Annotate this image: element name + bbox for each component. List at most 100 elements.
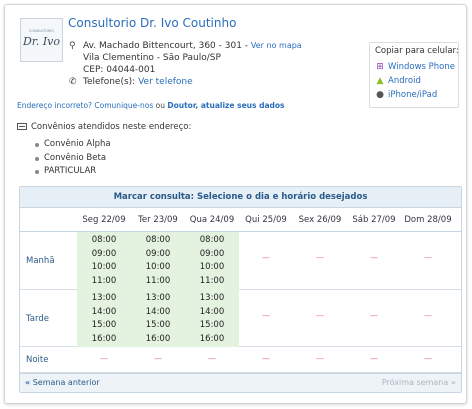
time-slot-button[interactable]: 13:00 xyxy=(185,292,239,306)
copy-windows-phone[interactable]: ⊞ Windows Phone xyxy=(375,60,455,74)
unavailable-day-column: — xyxy=(239,290,293,347)
no-slots-marker: — xyxy=(370,253,378,262)
time-slot-button[interactable]: 13:00 xyxy=(131,292,185,306)
unavailable-day-column: — xyxy=(347,347,401,373)
copy-android[interactable]: ▲ Android xyxy=(375,74,453,88)
schedule-footer: « Semana anterior Próxima semana » xyxy=(20,373,461,392)
day-header: Sáb 27/09 xyxy=(352,215,396,225)
unavailable-day-column: — xyxy=(293,232,347,290)
time-slot-button[interactable]: 10:00 xyxy=(185,261,239,275)
time-slot-button[interactable]: 16:00 xyxy=(131,333,185,347)
copy-option-label: iPhone/iPad xyxy=(388,90,438,100)
time-slot-button[interactable]: 09:00 xyxy=(185,248,239,262)
copy-iphone[interactable]: ● iPhone/iPad xyxy=(375,88,453,102)
period-label: Noite xyxy=(26,355,49,365)
time-slot-button[interactable]: 14:00 xyxy=(185,306,239,320)
time-slot-button[interactable]: 16:00 xyxy=(185,333,239,347)
apple-icon: ● xyxy=(376,90,384,100)
previous-week-button[interactable]: « Semana anterior xyxy=(25,378,100,387)
available-day-column: 13:00 14:00 15:00 16:00 xyxy=(77,290,131,347)
time-slot-button[interactable]: 15:00 xyxy=(131,319,185,333)
schedule-title: Marcar consulta: Selecione o dia e horár… xyxy=(20,187,461,208)
time-slot-button[interactable]: 08:00 xyxy=(131,234,185,248)
unavailable-day-column: — xyxy=(401,347,455,373)
unavailable-day-column: — xyxy=(347,290,401,347)
time-slot-button[interactable]: 09:00 xyxy=(77,248,131,262)
time-slot-button[interactable]: 11:00 xyxy=(77,275,131,289)
report-line: Endereço incorreto? Comunique-nos ou Dou… xyxy=(17,101,285,110)
convenio-item: Convênio Alpha xyxy=(35,138,111,152)
no-slots-marker: — xyxy=(262,311,270,320)
no-slots-marker: — xyxy=(370,311,378,320)
no-slots-marker: — xyxy=(262,354,270,363)
clinic-logo: CONSULTORIO Dr. Ivo xyxy=(20,18,63,62)
time-slot-button[interactable]: 08:00 xyxy=(185,234,239,248)
report-incorrect-link[interactable]: Endereço incorreto? Comunique-nos xyxy=(17,101,153,110)
address-block: ⚲ Av. Machado Bittencourt, 360 - 301 - V… xyxy=(69,40,302,88)
no-slots-marker: — xyxy=(424,354,432,363)
schedule-panel: Marcar consulta: Selecione o dia e horár… xyxy=(19,186,462,393)
available-day-column: 08:00 09:00 10:00 11:00 xyxy=(77,232,131,290)
day-header: Qua 24/09 xyxy=(189,215,235,225)
copy-header: Copiar para celular: xyxy=(375,46,459,56)
double-chevron-left-icon: « xyxy=(25,378,31,387)
map-pin-icon: ⚲ xyxy=(69,41,76,51)
address-street: Av. Machado Bittencourt, 360 - 301 - xyxy=(83,41,249,51)
time-slot-button[interactable]: 09:00 xyxy=(131,248,185,262)
next-week-label: Próxima semana xyxy=(381,378,449,387)
time-slot-button[interactable]: 08:00 xyxy=(77,234,131,248)
convenios-title: Convênios atendidos neste endereço: xyxy=(17,122,191,132)
time-slot-button[interactable]: 14:00 xyxy=(77,306,131,320)
card-icon xyxy=(17,123,27,130)
address-cep: CEP: 04044-001 xyxy=(83,65,156,75)
phone-label: Telefone(s): xyxy=(83,77,136,87)
no-slots-marker: — xyxy=(262,253,270,262)
android-icon: ▲ xyxy=(376,76,384,86)
no-slots-marker: — xyxy=(154,354,162,363)
address-city-row: Vila Clementino - São Paulo/SP xyxy=(69,52,302,64)
period-row: Noite — — — — — — — xyxy=(20,347,461,373)
copy-option-label: Windows Phone xyxy=(388,62,455,72)
phone-link[interactable]: Ver telefone xyxy=(138,77,193,87)
clinic-name-link[interactable]: Consultorio Dr. Ivo Coutinho xyxy=(68,16,236,30)
no-slots-marker: — xyxy=(316,354,324,363)
unavailable-day-column: — xyxy=(293,290,347,347)
phone-row: ✆ Telefone(s): Ver telefone xyxy=(69,76,302,88)
convenios-title-text: Convênios atendidos neste endereço: xyxy=(31,122,192,132)
time-slot-button[interactable]: 10:00 xyxy=(77,261,131,275)
available-day-column: 13:00 14:00 15:00 16:00 xyxy=(131,290,185,347)
logo-small-text: CONSULTORIO xyxy=(28,29,55,33)
time-slot-button[interactable]: 15:00 xyxy=(77,319,131,333)
available-day-column: 13:00 14:00 15:00 16:00 xyxy=(185,290,239,347)
no-slots-marker: — xyxy=(316,311,324,320)
time-slot-button[interactable]: 11:00 xyxy=(185,275,239,289)
unavailable-day-column: — xyxy=(239,232,293,290)
time-slot-button[interactable]: 16:00 xyxy=(77,333,131,347)
available-day-column: 08:00 09:00 10:00 11:00 xyxy=(185,232,239,290)
unavailable-day-column: — xyxy=(239,347,293,373)
time-slot-button[interactable]: 10:00 xyxy=(131,261,185,275)
address-cep-row: CEP: 04044-001 xyxy=(69,64,302,76)
doctor-update-link[interactable]: Doutor, atualize seus dados xyxy=(167,101,284,110)
period-row: Tarde 13:00 14:00 15:00 16:00 13:00 14:00 15:00… xyxy=(20,290,461,347)
no-slots-marker: — xyxy=(424,311,432,320)
time-slot-button[interactable]: 13:00 xyxy=(77,292,131,306)
time-slot-button[interactable]: 14:00 xyxy=(131,306,185,320)
day-header: Seg 22/09 xyxy=(82,215,126,225)
available-day-column: 08:00 09:00 10:00 11:00 xyxy=(131,232,185,290)
map-link[interactable]: Ver no mapa xyxy=(251,41,302,50)
time-slot-button[interactable]: 11:00 xyxy=(131,275,185,289)
unavailable-day-column: — xyxy=(293,347,347,373)
day-header: Qui 25/09 xyxy=(245,215,287,225)
previous-week-label: Semana anterior xyxy=(32,378,100,387)
report-or: ou xyxy=(155,101,165,110)
address-city: Vila Clementino - São Paulo/SP xyxy=(83,53,221,63)
phone-icon: ✆ xyxy=(69,77,77,87)
logo-script-text: Dr. Ivo xyxy=(22,35,61,48)
time-slot-button[interactable]: 15:00 xyxy=(185,319,239,333)
copy-option-label: Android xyxy=(388,76,421,86)
double-chevron-right-icon: » xyxy=(450,378,456,387)
convenios-list: Convênio Alpha Convênio Beta PARTICULAR xyxy=(35,138,111,179)
no-slots-marker: — xyxy=(316,253,324,262)
no-slots-marker: — xyxy=(208,354,216,363)
